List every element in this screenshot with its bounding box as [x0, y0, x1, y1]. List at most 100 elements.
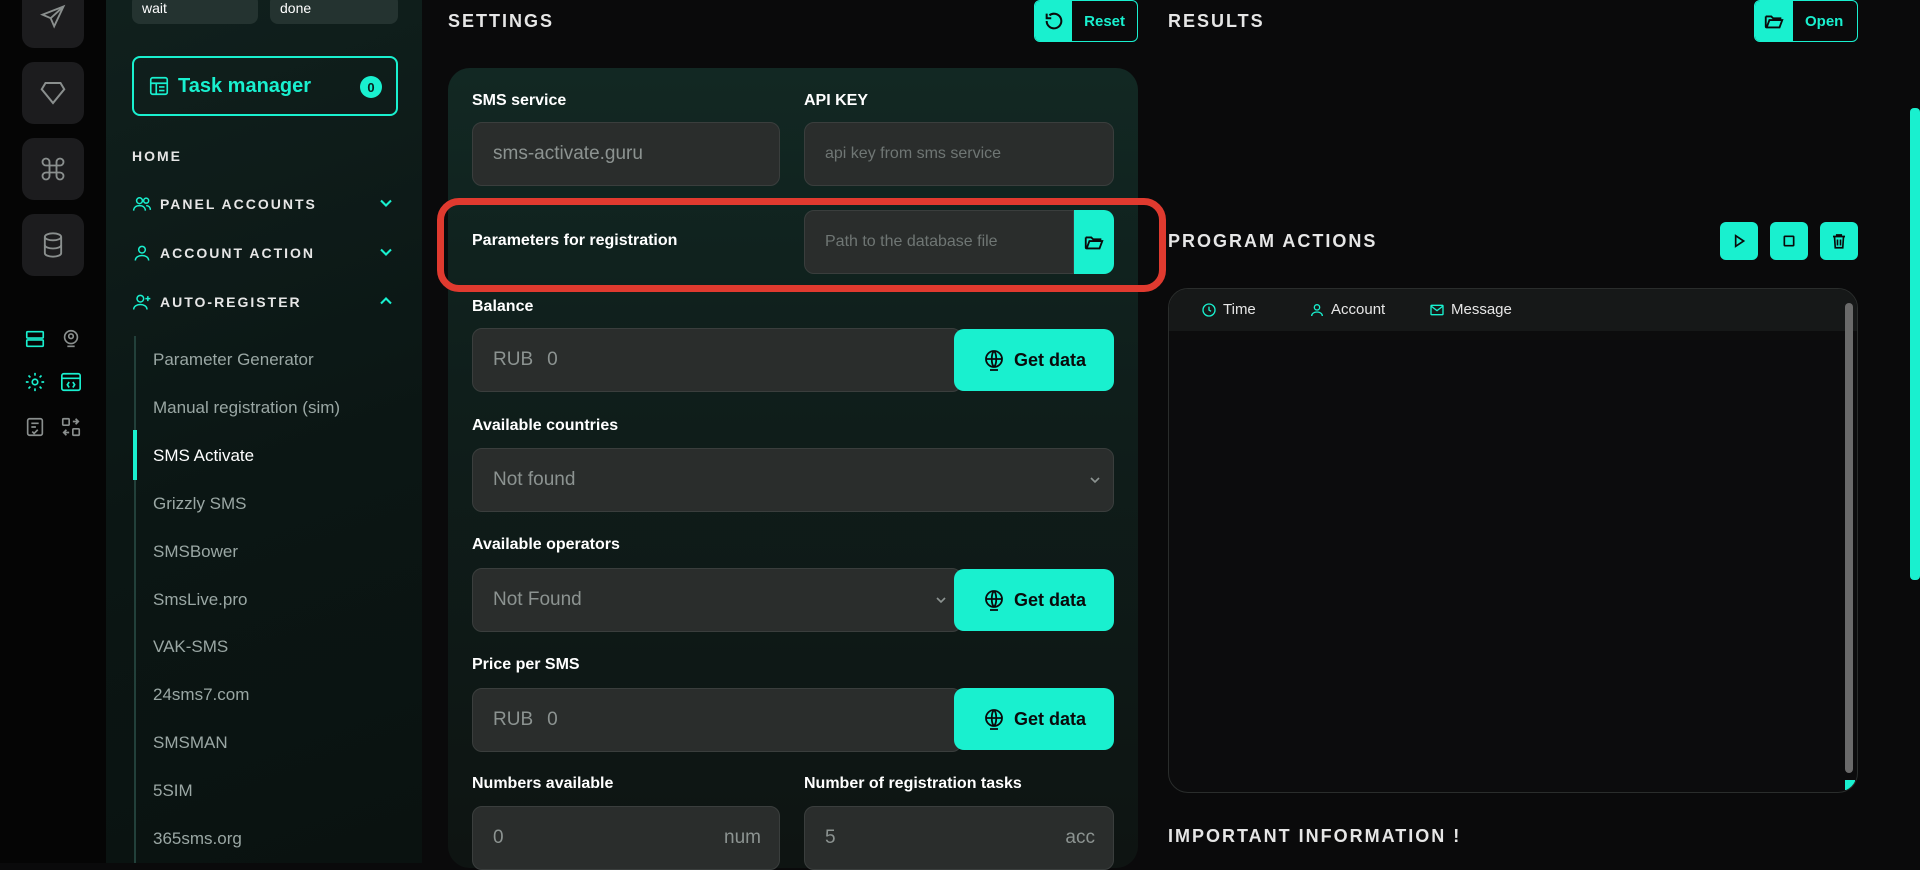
col-account-label: Account	[1331, 301, 1386, 318]
price-field: RUB 0	[472, 688, 962, 752]
database-icon[interactable]	[22, 214, 84, 276]
numbers-unit: num	[724, 827, 761, 848]
chevron-up-icon[interactable]	[376, 291, 396, 311]
api-key-input[interactable]: api key from sms service	[804, 122, 1114, 186]
tasks-value: 5	[825, 827, 836, 848]
col-message[interactable]: Message	[1429, 301, 1512, 318]
sidebar-item-24sms7[interactable]: 24sms7.com	[153, 685, 249, 705]
registration-tasks-input[interactable]: 5 acc	[804, 806, 1114, 870]
countries-label: Available countries	[472, 417, 619, 434]
nav-panel-accounts-label: PANEL ACCOUNTS	[160, 196, 317, 212]
get-data-label: Get data	[1013, 349, 1087, 370]
task-manager-icon	[149, 76, 169, 96]
nav-home-label: HOME	[132, 148, 182, 164]
left-rail	[0, 0, 106, 863]
nav-panel-accounts[interactable]: PANEL ACCOUNTS	[132, 194, 317, 214]
balance-label: Balance	[472, 298, 534, 315]
user-plus-icon	[132, 294, 151, 310]
chevron-down-icon	[936, 597, 946, 604]
actions-log: Time Account Message	[1168, 288, 1858, 793]
command-icon[interactable]	[22, 138, 84, 200]
gear-icon[interactable]	[22, 369, 48, 395]
user-icon	[134, 245, 150, 261]
nav-account-action[interactable]: ACCOUNT ACTION	[132, 243, 315, 263]
play-icon	[1734, 234, 1746, 248]
open-label: Open	[1805, 12, 1844, 30]
nav-auto-register-label: AUTO-REGISTER	[160, 294, 302, 310]
reset-icon	[1035, 1, 1073, 41]
users-icon	[132, 197, 152, 211]
get-data-label: Get data	[1013, 589, 1087, 610]
sidebar-item-sms-activate[interactable]: SMS Activate	[153, 446, 254, 466]
sidebar-item-grizzly-sms[interactable]: Grizzly SMS	[153, 494, 247, 514]
reset-button[interactable]: Reset	[1034, 0, 1138, 42]
sidebar-item-smsbower[interactable]: SMSBower	[153, 542, 238, 562]
sms-service-label: SMS service	[472, 92, 567, 109]
clock-icon	[1202, 302, 1216, 317]
sidebar-item-365sms[interactable]: 365sms.org	[153, 829, 242, 849]
done-pill[interactable]: done	[270, 0, 398, 24]
col-time-label: Time	[1223, 301, 1256, 318]
code-window-icon[interactable]	[58, 369, 84, 395]
countries-value: Not found	[493, 469, 576, 490]
highlight-box	[437, 198, 1166, 292]
api-key-label: API KEY	[804, 92, 869, 109]
sidebar-item-parameter-generator[interactable]: Parameter Generator	[153, 350, 314, 370]
server-list-icon[interactable]	[22, 326, 48, 352]
delete-button[interactable]	[1820, 222, 1858, 260]
nav-auto-register[interactable]: AUTO-REGISTER	[132, 292, 302, 312]
send-icon[interactable]	[22, 0, 84, 48]
user-icon	[1311, 303, 1323, 316]
registration-tasks-label: Number of registration tasks	[804, 775, 1022, 792]
get-balance-button[interactable]: Get data	[954, 329, 1114, 391]
sidebar: wait done Task manager 0 HOME PANEL ACCO…	[106, 0, 422, 863]
task-manager-button[interactable]: Task manager 0	[132, 56, 398, 116]
folder-open-icon	[1755, 1, 1793, 41]
user-pin-icon[interactable]	[58, 326, 84, 352]
resize-handle[interactable]	[1845, 780, 1855, 790]
col-time[interactable]: Time	[1201, 301, 1256, 318]
stop-button[interactable]	[1770, 222, 1808, 260]
open-button[interactable]: Open	[1754, 0, 1858, 42]
sidebar-item-smsman[interactable]: SMSMAN	[153, 733, 228, 753]
task-count-badge: 0	[360, 76, 382, 98]
settings-card: SMS service sms-activate.guru API KEY ap…	[448, 68, 1138, 870]
sidebar-item-vak-sms[interactable]: VAK-SMS	[153, 637, 228, 657]
diamond-icon[interactable]	[22, 62, 84, 124]
get-data-label: Get data	[1013, 708, 1087, 729]
col-message-label: Message	[1451, 301, 1512, 318]
sms-service-field[interactable]: sms-activate.guru	[472, 122, 780, 186]
sidebar-item-smslive[interactable]: SmsLive.pro	[153, 590, 247, 610]
reset-label: Reset	[1084, 12, 1125, 30]
globe-icon	[985, 590, 1003, 611]
balance-value: 0	[547, 349, 558, 370]
price-value: 0	[547, 709, 558, 730]
chevron-down-icon[interactable]	[376, 193, 396, 213]
play-button[interactable]	[1720, 222, 1758, 260]
settings-title: SETTINGS	[448, 11, 555, 31]
sidebar-item-5sim[interactable]: 5SIM	[153, 781, 193, 801]
globe-icon	[985, 350, 1003, 371]
operators-select[interactable]: Not Found	[472, 568, 962, 632]
log-header: Time Account Message	[1169, 289, 1857, 331]
checklist-icon[interactable]	[22, 414, 48, 440]
nav-home[interactable]: HOME	[132, 148, 182, 164]
col-account[interactable]: Account	[1309, 301, 1385, 318]
transfer-icon[interactable]	[58, 414, 84, 440]
sidebar-item-manual-registration[interactable]: Manual registration (sim)	[153, 398, 340, 418]
page-scrollbar[interactable]	[1910, 108, 1920, 580]
task-manager-label: Task manager	[178, 74, 312, 97]
numbers-available-label: Numbers available	[472, 775, 614, 792]
balance-currency: RUB	[493, 349, 534, 370]
get-operators-button[interactable]: Get data	[954, 569, 1114, 631]
chevron-down-icon[interactable]	[376, 242, 396, 262]
log-scrollbar[interactable]	[1845, 303, 1853, 773]
wait-pill[interactable]: wait	[132, 0, 258, 24]
submenu-line	[134, 336, 136, 863]
get-price-button[interactable]: Get data	[954, 688, 1114, 750]
price-currency: RUB	[493, 709, 534, 730]
mail-icon	[1430, 304, 1444, 315]
operators-label: Available operators	[472, 536, 620, 553]
countries-select[interactable]: Not found	[472, 448, 1114, 512]
price-label: Price per SMS	[472, 656, 580, 673]
